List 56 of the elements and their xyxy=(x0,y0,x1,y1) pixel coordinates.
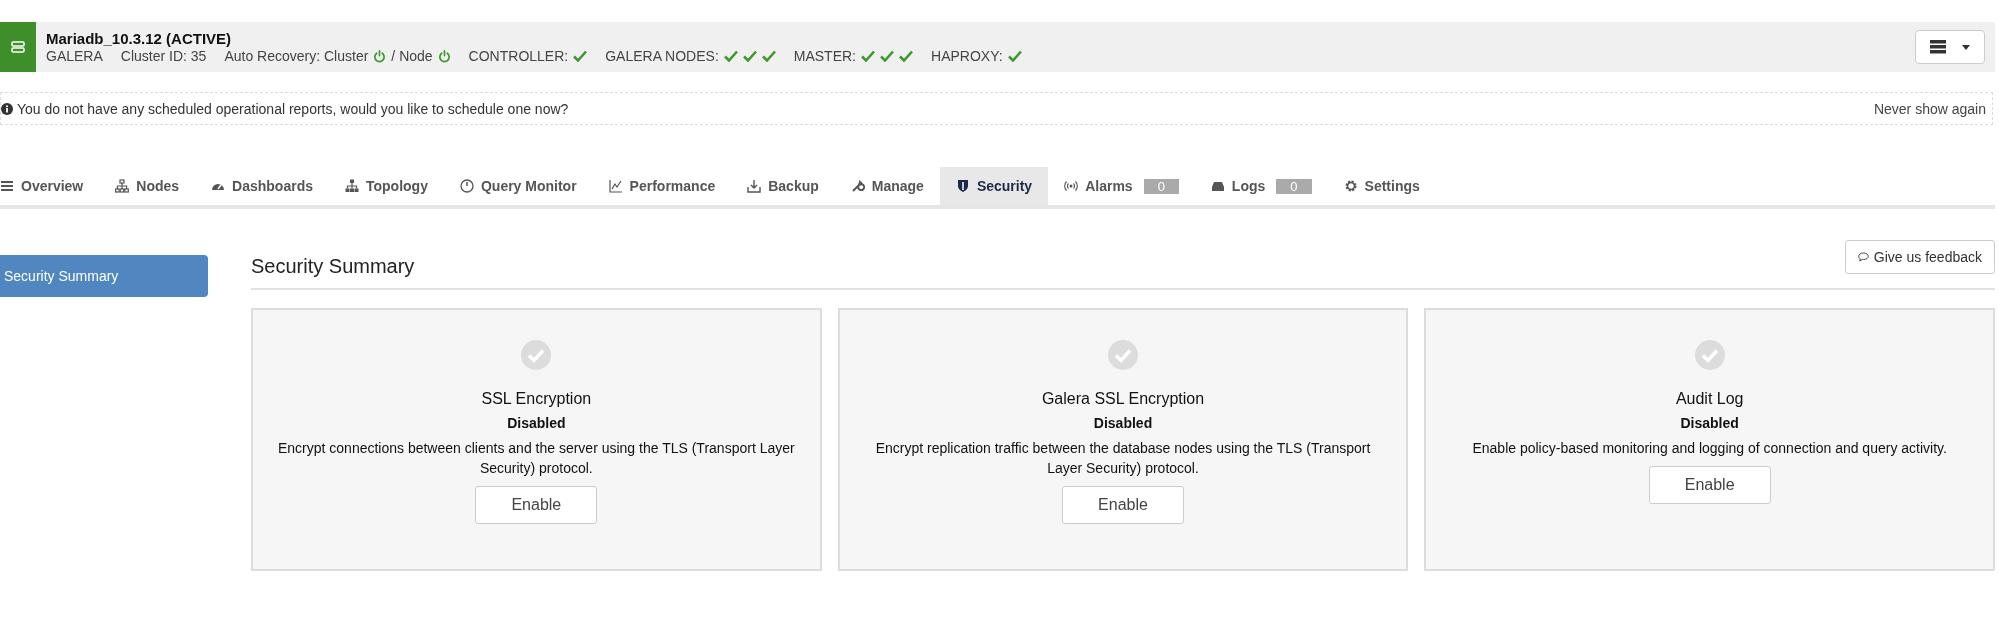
card-title: Galera SSL Encryption xyxy=(1041,390,1205,408)
enable-button[interactable]: Enable xyxy=(1648,466,1771,504)
inbox-icon xyxy=(1210,179,1225,193)
nav-tab[interactable]: Logs 0 xyxy=(1194,167,1328,205)
enable-button[interactable]: Enable xyxy=(1062,486,1184,524)
clock-icon xyxy=(459,179,474,193)
notice-text: You do not have any scheduled operational reports, would you like to schedule one now? xyxy=(17,100,570,117)
card-title: SSL Encryption xyxy=(481,390,592,408)
card-status: Disabled xyxy=(1680,415,1739,431)
status-label: HAPROXY: xyxy=(931,48,1003,64)
status-label: GALERA xyxy=(46,48,103,64)
nav-tab[interactable]: Query Monitor xyxy=(443,167,593,205)
section-title: Security Summary xyxy=(251,255,415,278)
server-icon xyxy=(0,22,36,72)
card-title: Audit Log xyxy=(1675,390,1744,408)
hierarchy-icon xyxy=(345,179,359,193)
sidebar-item[interactable]: Security Summary xyxy=(0,255,208,297)
card-description: Encrypt connections between clients and the server using the TLS (Transport Layer Security) protocol. xyxy=(276,439,796,478)
status-label: MASTER: xyxy=(793,48,856,64)
card-status: Disabled xyxy=(1093,415,1153,431)
nav-tab[interactable]: Backup xyxy=(731,167,835,205)
broadcast-icon xyxy=(1064,179,1079,193)
card-description: Encrypt replication traffic between the database nodes using the TLS (Transport Layer Security) protocol. xyxy=(874,439,1372,478)
info-icon xyxy=(1,102,13,115)
sitemap-icon xyxy=(115,179,130,193)
enable-button[interactable]: Enable xyxy=(475,486,598,524)
nav-tab[interactable]: Overview xyxy=(0,167,100,205)
feedback-button[interactable]: Give us feedback xyxy=(1844,240,1995,274)
cluster-title: Mariadb_10.3.12 (ACTIVE) xyxy=(46,30,233,47)
never-show-again-link[interactable]: Never show again xyxy=(1873,100,1986,117)
nav-tab[interactable]: Nodes xyxy=(99,167,196,205)
list-icon xyxy=(0,179,14,193)
status-label: Cluster ID: 35 xyxy=(120,48,207,64)
nav-tab[interactable]: Dashboards xyxy=(195,167,329,205)
nav-tab[interactable]: Performance xyxy=(592,167,732,205)
nav-tab[interactable]: Alarms 0 xyxy=(1048,167,1195,205)
shield-icon xyxy=(955,179,970,193)
nav-tab[interactable]: Security xyxy=(939,167,1049,205)
line-chart-icon xyxy=(608,179,623,193)
status-label: / Node xyxy=(391,48,433,64)
server-stack-icon xyxy=(1930,40,1946,54)
card-description: Enable policy-based monitoring and logging of connection and query activity. xyxy=(1472,439,1947,458)
nav-tab[interactable]: Settings xyxy=(1327,167,1436,205)
settings-icon xyxy=(1343,179,1358,193)
nav-tab[interactable]: Topology xyxy=(329,167,444,205)
caret-icon xyxy=(1962,44,1970,50)
count-badge: 0 xyxy=(1143,178,1179,194)
status-label: GALERA NODES: xyxy=(605,48,719,64)
count-badge: 0 xyxy=(1276,178,1312,194)
status-label: Auto Recovery: Cluster xyxy=(224,48,369,64)
status-label: CONTROLLER: xyxy=(468,48,569,64)
speech-bubble-icon xyxy=(1857,252,1869,262)
nav-tab[interactable]: Manage xyxy=(834,167,940,205)
cluster-actions-button[interactable] xyxy=(1915,30,1985,64)
download-icon xyxy=(747,179,762,193)
card-status: Disabled xyxy=(507,415,566,431)
